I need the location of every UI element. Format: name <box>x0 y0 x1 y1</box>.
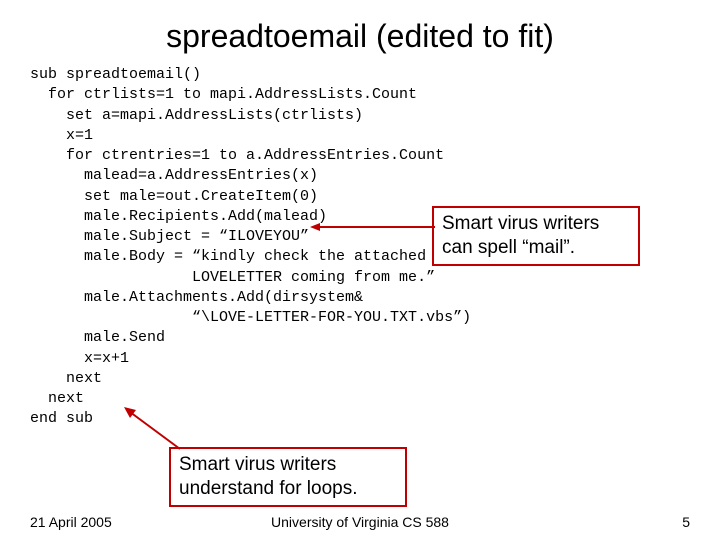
callout-for-loops: Smart virus writers understand for loops… <box>169 447 407 507</box>
callout-mail-spelling: Smart virus writers can spell “mail”. <box>432 206 640 266</box>
slide-title: spreadtoemail (edited to fit) <box>0 0 720 65</box>
footer-page-number: 5 <box>682 514 690 530</box>
footer-affiliation: University of Virginia CS 588 <box>0 514 720 530</box>
